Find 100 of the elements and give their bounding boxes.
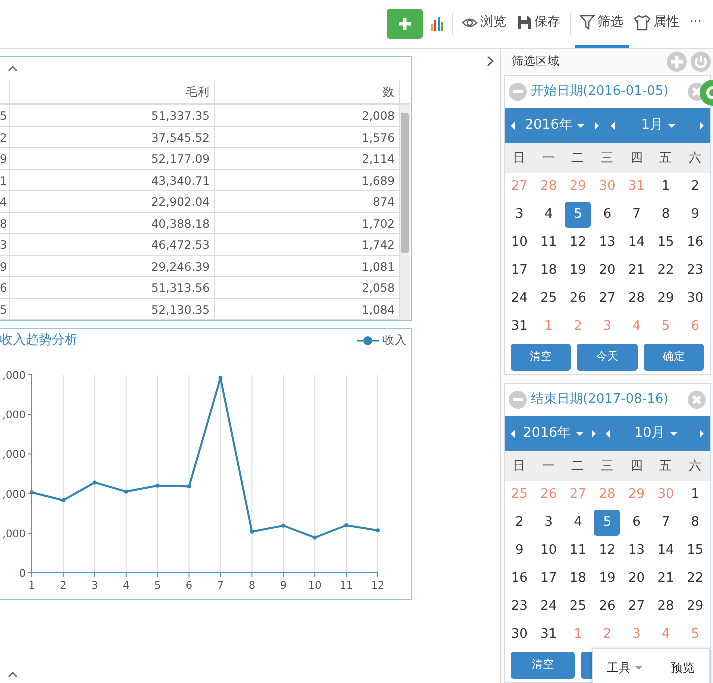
calendar-day[interactable]: 11 — [565, 538, 592, 564]
x-tick-label: 2 — [60, 580, 67, 592]
calendar-day[interactable]: 9 — [682, 202, 708, 228]
prev-year-icon[interactable] — [509, 428, 517, 438]
calendar-day[interactable]: 30 — [506, 622, 533, 648]
calendar-day[interactable]: 4 — [536, 202, 562, 228]
calendar-day[interactable]: 15 — [653, 230, 680, 256]
calendar-day[interactable]: 24 — [506, 286, 533, 312]
calendar-day[interactable]: 16 — [506, 566, 533, 592]
month-dropdown[interactable]: 1月 — [641, 115, 676, 136]
calendar-day[interactable]: 20 — [594, 258, 620, 284]
calendar-day[interactable]: 15 — [682, 538, 708, 564]
more-button[interactable]: ··· — [684, 0, 707, 48]
prev-month-icon[interactable] — [604, 428, 612, 438]
calendar-day[interactable]: 27 — [594, 286, 620, 312]
preview-button[interactable]: 预览 — [670, 658, 696, 678]
calendar-day[interactable]: 26 — [565, 286, 592, 312]
calendar-day[interactable]: 22 — [682, 566, 708, 592]
caret-up-icon[interactable] — [8, 671, 18, 678]
calendar-day[interactable]: 14 — [624, 230, 650, 256]
calendar-day[interactable]: 20 — [624, 566, 650, 592]
calendar-day[interactable]: 23 — [506, 594, 533, 620]
calendar-day[interactable]: 23 — [682, 258, 708, 284]
calendar-day[interactable]: 7 — [624, 202, 650, 228]
scrollbar[interactable] — [400, 105, 410, 320]
props-tab[interactable]: 属性 — [628, 0, 685, 48]
calendar-button[interactable]: 清空 — [511, 344, 572, 371]
calendar-day[interactable]: 5 — [565, 202, 592, 228]
calendar-day[interactable]: 25 — [565, 594, 592, 620]
calendar-day[interactable]: 18 — [536, 258, 562, 284]
calendar-day[interactable]: 13 — [594, 230, 620, 256]
calendar-day[interactable]: 18 — [565, 566, 592, 592]
column-header[interactable]: 数 — [215, 80, 400, 105]
tools-dropdown[interactable]: 工具 — [606, 658, 644, 678]
prev-year-icon[interactable] — [509, 120, 517, 130]
view-tab[interactable]: 浏览 — [456, 0, 512, 48]
calendar-day[interactable]: 3 — [506, 202, 533, 228]
calendar-day[interactable]: 28 — [653, 594, 680, 620]
calendar-day[interactable]: 29 — [682, 594, 708, 620]
calendar-day[interactable]: 9 — [506, 538, 533, 564]
chevron-right-icon[interactable] — [487, 56, 494, 67]
data-point — [124, 490, 128, 494]
calendar-day[interactable]: 7 — [653, 510, 680, 536]
calendar-day[interactable]: 17 — [536, 566, 562, 592]
calendar-day[interactable]: 27 — [624, 594, 650, 620]
calendar-day[interactable]: 8 — [682, 510, 708, 536]
add-button[interactable] — [386, 9, 423, 39]
prev-month-icon[interactable] — [609, 120, 618, 130]
x-tick-label: 3 — [92, 580, 98, 592]
calendar-day[interactable]: 11 — [536, 230, 562, 256]
calendar-day[interactable]: 1 — [653, 174, 680, 200]
calendar-day[interactable]: 13 — [624, 538, 650, 564]
bar-chart-icon[interactable] — [430, 17, 444, 31]
next-month-icon[interactable] — [698, 120, 706, 130]
calendar-day[interactable]: 24 — [536, 594, 562, 620]
calendar-button[interactable]: 今天 — [577, 344, 638, 371]
next-year-icon[interactable] — [593, 120, 602, 130]
calendar-day[interactable]: 2 — [682, 174, 708, 200]
calendar-day[interactable]: 21 — [653, 566, 680, 592]
calendar-day[interactable]: 12 — [594, 538, 620, 564]
calendar-day[interactable]: 16 — [682, 230, 708, 256]
data-point — [156, 484, 160, 488]
calendar-day[interactable]: 21 — [624, 258, 650, 284]
weekday-label: 二 — [570, 456, 586, 475]
calendar-day[interactable]: 1 — [682, 482, 708, 508]
gear-icon[interactable] — [700, 80, 713, 106]
calendar-day[interactable]: 5 — [594, 510, 620, 536]
calendar-day[interactable]: 10 — [506, 230, 533, 256]
next-month-icon[interactable] — [698, 428, 706, 438]
calendar-day[interactable]: 8 — [653, 202, 680, 228]
calendar-day[interactable]: 31 — [506, 314, 533, 340]
x-tick-label: 4 — [123, 580, 130, 592]
calendar-day[interactable]: 19 — [565, 258, 592, 284]
column-header[interactable]: 毛利 — [10, 80, 215, 105]
calendar-day[interactable]: 26 — [594, 594, 620, 620]
calendar-day[interactable]: 4 — [565, 510, 592, 536]
calendar-day[interactable]: 25 — [536, 286, 562, 312]
next-year-icon[interactable] — [590, 428, 598, 438]
calendar-day[interactable]: 14 — [653, 538, 680, 564]
calendar-day[interactable]: 10 — [536, 538, 562, 564]
calendar-day[interactable]: 6 — [624, 510, 650, 536]
calendar-day[interactable]: 17 — [506, 258, 533, 284]
year-dropdown[interactable]: 2016年 — [525, 115, 586, 136]
calendar-day[interactable]: 12 — [565, 230, 592, 256]
weekday-label: 六 — [688, 456, 703, 475]
calendar-day[interactable]: 19 — [594, 566, 620, 592]
year-dropdown[interactable]: 2016年 — [523, 423, 584, 444]
caret-up-icon[interactable] — [8, 64, 18, 72]
calendar-day[interactable]: 2 — [506, 510, 533, 536]
calendar-day[interactable]: 6 — [594, 202, 620, 228]
calendar-day[interactable]: 22 — [653, 258, 680, 284]
calendar-day[interactable]: 30 — [682, 286, 708, 312]
month-dropdown[interactable]: 10月 — [634, 423, 678, 444]
calendar-day[interactable]: 28 — [624, 286, 650, 312]
calendar-day[interactable]: 31 — [536, 622, 562, 648]
calendar-day[interactable]: 3 — [536, 510, 562, 536]
calendar-day[interactable]: 29 — [653, 286, 680, 312]
calendar-button[interactable]: 确定 — [644, 344, 704, 371]
save-tab[interactable]: 保存 — [512, 0, 566, 48]
calendar-button[interactable]: 清空 — [511, 652, 576, 679]
